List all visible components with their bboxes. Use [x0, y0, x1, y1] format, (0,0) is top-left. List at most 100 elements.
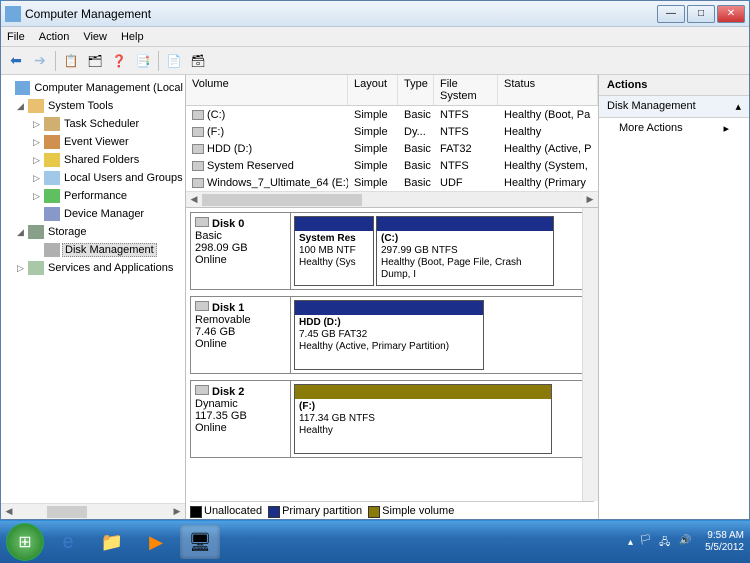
taskbar-explorer[interactable]: 📁 [92, 525, 132, 559]
taskbar-ie[interactable]: e [48, 525, 88, 559]
disk-row[interactable]: Disk 0Basic298.09 GBOnlineSystem Res100 … [190, 212, 594, 290]
legend-primary: Primary partition [282, 505, 362, 517]
partition[interactable]: HDD (D:)7.45 GB FAT32Healthy (Active, Pr… [294, 300, 484, 370]
tray-date: 5/5/2012 [705, 542, 744, 554]
partition[interactable]: (F:)117.34 GB NTFSHealthy [294, 384, 552, 454]
tree-hscroll[interactable]: ◀▶ [1, 503, 185, 519]
toolbar-icon[interactable]: 🗃 [187, 50, 209, 72]
legend-simple: Simple volume [382, 505, 454, 517]
drive-icon [192, 161, 204, 171]
chevron-right-icon: ▸ [723, 122, 729, 135]
start-button[interactable]: ⊞ [6, 523, 44, 561]
nav-tree[interactable]: Computer Management (Local ◢System Tools… [1, 75, 186, 519]
disk-panel: Volume Layout Type File System Status (C… [186, 75, 599, 519]
col-fs[interactable]: File System [434, 75, 498, 105]
toolbar-icon[interactable]: 📋 [60, 50, 82, 72]
event-icon [44, 135, 60, 149]
tree-item[interactable]: Performance [62, 190, 129, 202]
app-icon [5, 6, 21, 22]
disk-row[interactable]: Disk 2Dynamic117.35 GBOnline(F:)117.34 G… [190, 380, 594, 458]
toolbar: ⬅ ➔ 📋 🗂 ❓ 📑 📄 🗃 [1, 47, 749, 75]
taskbar-compmgmt[interactable]: 🖥 [180, 525, 220, 559]
content-area: Computer Management (Local ◢System Tools… [1, 75, 749, 519]
users-icon [44, 171, 60, 185]
col-layout[interactable]: Layout [348, 75, 398, 105]
taskbar[interactable]: ⊞ e 📁 ▶ 🖥 ▴ 🏳 🖧 🔊 9:58 AM 5/5/2012 [0, 521, 750, 563]
partition-area: (F:)117.34 GB NTFSHealthy [291, 381, 593, 457]
close-button[interactable]: ✕ [717, 5, 745, 23]
toolbar-icon[interactable]: 🗂 [84, 50, 106, 72]
volume-row[interactable]: HDD (D:)SimpleBasicFAT32Healthy (Active,… [186, 140, 598, 157]
tree-systools[interactable]: System Tools [46, 100, 115, 112]
tree-diskmgmt[interactable]: Disk Management [62, 243, 157, 257]
disk-row[interactable]: Disk 1Removable7.46 GBOnlineHDD (D:)7.45… [190, 296, 594, 374]
collapse-icon: ▴ [735, 100, 741, 113]
app-window: Computer Management — □ ✕ File Action Vi… [0, 0, 750, 520]
tree-storage[interactable]: Storage [46, 226, 89, 238]
tree-root[interactable]: Computer Management (Local [32, 82, 185, 94]
partition[interactable]: (C:)297.99 GB NTFSHealthy (Boot, Page Fi… [376, 216, 554, 286]
volume-row[interactable]: (F:)SimpleDy...NTFSHealthy [186, 123, 598, 140]
volume-list[interactable]: Volume Layout Type File System Status (C… [186, 75, 598, 208]
services-icon [28, 261, 44, 275]
menu-help[interactable]: Help [121, 31, 144, 43]
legend-simple-sw [368, 506, 380, 518]
toolbar-icon[interactable]: 📄 [163, 50, 185, 72]
volume-row[interactable]: (C:)SimpleBasicNTFSHealthy (Boot, Pa [186, 106, 598, 123]
volume-row[interactable]: Windows_7_Ultimate_64 (E:)SimpleBasicUDF… [186, 174, 598, 191]
tree-item[interactable]: Local Users and Groups [62, 172, 185, 184]
drive-icon [192, 127, 204, 137]
tree-item[interactable]: Task Scheduler [62, 118, 141, 130]
disk-info: Disk 0Basic298.09 GBOnline [191, 213, 291, 289]
menu-view[interactable]: View [83, 31, 107, 43]
tray-flag-icon[interactable]: 🏳 [639, 535, 653, 549]
actions-more[interactable]: More Actions▸ [599, 118, 749, 139]
folder-icon [44, 153, 60, 167]
tree-services[interactable]: Services and Applications [46, 262, 175, 274]
tree-item[interactable]: Event Viewer [62, 136, 131, 148]
col-status[interactable]: Status [498, 75, 598, 105]
toolbar-icon[interactable]: ❓ [108, 50, 130, 72]
partition-area: HDD (D:)7.45 GB FAT32Healthy (Active, Pr… [291, 297, 593, 373]
legend-unalloc: Unallocated [204, 505, 262, 517]
minimize-button[interactable]: — [657, 5, 685, 23]
window-title: Computer Management [25, 7, 657, 21]
tools-icon [28, 99, 44, 113]
maximize-button[interactable]: □ [687, 5, 715, 23]
tray-volume-icon[interactable]: 🔊 [679, 535, 693, 549]
legend-primary-sw [268, 506, 280, 518]
drive-icon [192, 110, 204, 120]
legend: Unallocated Primary partition Simple vol… [190, 501, 594, 519]
volume-row[interactable]: System ReservedSimpleBasicNTFSHealthy (S… [186, 157, 598, 174]
tray-up-icon[interactable]: ▴ [628, 537, 633, 548]
disk-info: Disk 2Dynamic117.35 GBOnline [191, 381, 291, 457]
partition-area: System Res100 MB NTFHealthy (Sys(C:)297.… [291, 213, 593, 289]
disk-info: Disk 1Removable7.46 GBOnline [191, 297, 291, 373]
back-button[interactable]: ⬅ [5, 50, 27, 72]
forward-button[interactable]: ➔ [29, 50, 51, 72]
volume-header[interactable]: Volume Layout Type File System Status [186, 75, 598, 106]
menu-file[interactable]: File [7, 31, 25, 43]
col-type[interactable]: Type [398, 75, 434, 105]
actions-section[interactable]: Disk Management▴ [599, 96, 749, 118]
system-tray[interactable]: ▴ 🏳 🖧 🔊 9:58 AM 5/5/2012 [628, 530, 744, 554]
titlebar[interactable]: Computer Management — □ ✕ [1, 1, 749, 27]
toolbar-icon[interactable]: 📑 [132, 50, 154, 72]
taskbar-media[interactable]: ▶ [136, 525, 176, 559]
menubar: File Action View Help [1, 27, 749, 47]
tray-clock[interactable]: 9:58 AM 5/5/2012 [705, 530, 744, 554]
tree-item[interactable]: Shared Folders [62, 154, 141, 166]
perf-icon [44, 189, 60, 203]
device-icon [44, 207, 60, 221]
diskmgmt-icon [44, 243, 60, 257]
actions-header: Actions [599, 75, 749, 96]
legend-unalloc-sw [190, 506, 202, 518]
disk-vscroll[interactable] [582, 208, 598, 501]
tree-item[interactable]: Device Manager [62, 208, 146, 220]
tray-network-icon[interactable]: 🖧 [659, 535, 673, 549]
partition[interactable]: System Res100 MB NTFHealthy (Sys [294, 216, 374, 286]
disk-graphical[interactable]: Disk 0Basic298.09 GBOnlineSystem Res100 … [186, 208, 598, 519]
vollist-hscroll[interactable]: ◀▶ [186, 191, 598, 207]
col-volume[interactable]: Volume [186, 75, 348, 105]
menu-action[interactable]: Action [39, 31, 70, 43]
